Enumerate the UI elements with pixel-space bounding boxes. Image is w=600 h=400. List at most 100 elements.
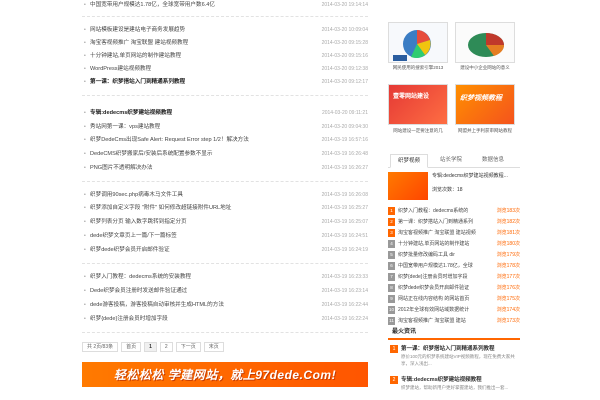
rank-title[interactable]: 第一课：织梦搭站入门到精通系列: [398, 217, 490, 228]
feature-views: 浏览次数：18: [432, 187, 463, 193]
article-title[interactable]: 第一课：织梦搭站入门到精通系列教程: [90, 77, 310, 88]
rank-title[interactable]: 2012年全球有效网站域数据统计: [398, 305, 490, 316]
article-title[interactable]: 织梦添加自定义字段 "附件" 如何修改超链接附件URL地址: [90, 203, 310, 214]
tab-video[interactable]: 织梦视频: [390, 154, 428, 168]
rank-views: 浏览183次: [496, 208, 520, 214]
ranking-list: 1 织梦入门教程：dedecms系统的 浏览183次 2 第一课：织梦搭站入门到…: [388, 206, 520, 326]
promo-banner[interactable]: 轻松松松 学建网站，就上97dede.Com!: [82, 362, 368, 387]
thumb-image[interactable]: 织梦视频教程: [455, 84, 515, 125]
rank-title[interactable]: 织梦入门教程：dedecms系统的: [398, 206, 490, 217]
article-title[interactable]: 织梦dede织梦会员开启邮件验证: [90, 245, 310, 256]
list-item[interactable]: 8 织梦dede织梦会员开启邮件验证 浏览176次: [388, 283, 520, 294]
list-item[interactable]: • dede游客投稿，游客投稿自动审核并生成HTML的方法 2014-03-19…: [82, 300, 368, 311]
list-item[interactable]: 9 网站正在线内容结构 的网站首页 浏览175次: [388, 294, 520, 305]
list-item[interactable]: • 织梦dede织梦会员开启邮件验证 2014-03-19 16:24:19: [82, 245, 368, 256]
list-item[interactable]: • 织梦调用90sec.php病毒木马文件工具 2014-03-19 16:26…: [82, 190, 368, 201]
last-page-button[interactable]: 末页: [203, 342, 224, 352]
hot-item[interactable]: 2 专辑:dedecms织梦建站视频教程 织梦建站，帮助新用户更好掌握建站，我们…: [388, 374, 520, 400]
article-title[interactable]: WordPress建站视频教程: [90, 64, 310, 75]
page-2-button[interactable]: 2: [159, 342, 173, 352]
list-item[interactable]: • Dede织梦会员注册时发送邮件验证通过 2014-03-19 16:23:1…: [82, 286, 368, 297]
article-title[interactable]: 织梦调用90sec.php病毒木马文件工具: [90, 190, 310, 201]
list-item[interactable]: • 织梦入门教程：dedecms系统的安装教程 2014-03-19 16:23…: [82, 272, 368, 283]
rank-title[interactable]: 织梦{dede}注册会员时增加字段: [398, 272, 490, 283]
tab-data[interactable]: 数据信息: [474, 154, 512, 168]
list-item[interactable]: 3 淘宝客视频推广 淘宝联盟 建站视频 浏览181次: [388, 228, 520, 239]
list-item[interactable]: • 网站模板建设是建站电子商务发展趋势 2014-03-20 10:09:04: [82, 25, 368, 36]
list-item[interactable]: • 淘宝客视频推广 淘宝联盟 建站视频教程 2014-03-20 09:15:2…: [82, 38, 368, 49]
feature-thumb[interactable]: [388, 172, 428, 200]
divider: [82, 263, 368, 264]
rank-title[interactable]: 织梦dede织梦会员开启邮件验证: [398, 283, 490, 294]
page-1-button[interactable]: 1: [144, 342, 157, 352]
article-title[interactable]: 淘宝客视频推广 淘宝联盟 建站视频教程: [90, 38, 310, 49]
article-title[interactable]: 织梦{dede}注册会员时增加字段: [90, 314, 310, 325]
list-item[interactable]: 2 第一课：织梦搭站入门到精通系列 浏览182次: [388, 217, 520, 228]
bullet-icon: •: [84, 110, 86, 116]
promo-image: [456, 85, 514, 124]
article-title[interactable]: 织梦DedeCms出现Safe Alert: Request Error ste…: [90, 135, 310, 146]
article-title[interactable]: 专辑:dedecms织梦建站视频教程: [90, 108, 310, 119]
thumb-image[interactable]: [455, 22, 515, 63]
next-page-button[interactable]: 下一页: [175, 342, 201, 352]
rank-title[interactable]: 淘宝客视频推广 淘宝联盟 建站视频: [398, 228, 490, 239]
article-title[interactable]: Dede织梦会员注册时发送邮件验证通过: [90, 286, 310, 297]
thumb-image[interactable]: [388, 22, 448, 63]
article-title[interactable]: 织梦列表分页 输入数字跳转到指定分页: [90, 217, 310, 228]
rank-title[interactable]: 网站正在线内容结构 的网站首页: [398, 294, 490, 305]
rank-views: 浏览182次: [496, 219, 520, 225]
thumb-badge: 壹零网站建设: [393, 94, 430, 100]
list-item[interactable]: • 中国宽带用户规模达1.78亿，全球宽带用户数6.4亿 2014-03-20 …: [82, 0, 368, 11]
list-item[interactable]: • 十分钟建站,单页网站的制作建站教程 2014-03-20 09:15:16: [82, 51, 368, 62]
bullet-icon: •: [84, 288, 86, 294]
article-title[interactable]: 网站模板建设是建站电子商务发展趋势: [90, 25, 310, 36]
list-item[interactable]: 1 织梦入门教程：dedecms系统的 浏览183次: [388, 206, 520, 217]
article-title[interactable]: 十分钟建站,单页网站的制作建站教程: [90, 51, 310, 62]
article-date: 2014-03-19 16:57:16: [321, 137, 368, 143]
list-item[interactable]: • dede织梦文章页上一篇/下一篇标签 2014-03-19 16:24:51: [82, 231, 368, 242]
pagination: 共 2页/83条 首页 1 2 下一页 末页: [82, 341, 224, 353]
hot-item[interactable]: 1 第一课：织梦搭站入门到精通系列教程 原价100元的织梦系统建站VIP视频教程…: [388, 343, 520, 371]
rank-title[interactable]: 十分钟建站,单页网站的制作建站: [398, 239, 490, 250]
article-title[interactable]: 秀站网第一课：vps建站教程: [90, 122, 310, 133]
list-item[interactable]: • WordPress建站视频教程 2014-03-20 09:12:38: [82, 64, 368, 75]
hot-title[interactable]: 专辑:dedecms织梦建站视频教程: [401, 375, 519, 383]
article-title[interactable]: dede织梦文章页上一篇/下一篇标签: [90, 231, 310, 242]
thumb-caption[interactable]: 网盟并上手利获审网站教程: [453, 128, 517, 134]
list-item[interactable]: • 织梦DedeCms出现Safe Alert: Request Error s…: [82, 135, 368, 146]
first-page-button[interactable]: 首页: [121, 342, 142, 352]
list-item[interactable]: 4 十分钟建站,单页网站的制作建站 浏览180次: [388, 239, 520, 250]
thumb-image[interactable]: 壹零网站建设: [388, 84, 448, 125]
feature-title[interactable]: 专辑:dedecms织梦建站视频教程...: [432, 173, 520, 180]
article-title[interactable]: PNG图片不透明解决办法: [90, 163, 310, 174]
thumb-caption[interactable]: 网民使用的搜索引擎2013: [386, 65, 450, 71]
rank-number: 4: [388, 240, 395, 248]
list-item[interactable]: 10 2012年全球有效网站域数据统计 浏览174次: [388, 305, 520, 316]
tab-academy[interactable]: 站长学院: [432, 154, 470, 168]
article-title[interactable]: 织梦入门教程：dedecms系统的安装教程: [90, 272, 310, 283]
divider: [82, 95, 368, 96]
list-item[interactable]: • DedeCMS织梦搬家后/安装后系统配置参数不显示 2014-03-19 1…: [82, 149, 368, 160]
list-item[interactable]: 6 中国宽带用户规模达1.78亿，全球 浏览178次: [388, 261, 520, 272]
bullet-icon: •: [84, 53, 86, 59]
list-item[interactable]: 5 织梦批量修改编码工具 dir 浏览179次: [388, 250, 520, 261]
hot-title[interactable]: 第一课：织梦搭站入门到精通系列教程: [401, 344, 519, 352]
article-date: 2014-03-19 16:25:27: [321, 205, 368, 211]
article-title[interactable]: DedeCMS织梦搬家后/安装后系统配置参数不显示: [90, 149, 310, 160]
list-item[interactable]: • 秀站网第一课：vps建站教程 2014-03-20 09:04:30: [82, 122, 368, 133]
list-item[interactable]: • 第一课：织梦搭站入门到精通系列教程 2014-03-20 09:12:17: [82, 77, 368, 88]
list-item[interactable]: • 织梦{dede}注册会员时增加字段 2014-03-19 16:22:24: [82, 314, 368, 325]
article-title[interactable]: 中国宽带用户规模达1.78亿，全球宽带用户数6.4亿: [90, 0, 310, 11]
pie-chart-icon: [456, 23, 514, 62]
thumb-caption[interactable]: 网站建设一定要注意的几: [386, 128, 450, 134]
list-item[interactable]: • 专辑:dedecms织梦建站视频教程 2014-03-20 09:11:21: [82, 108, 368, 119]
list-item[interactable]: 7 织梦{dede}注册会员时增加字段 浏览177次: [388, 272, 520, 283]
article-title[interactable]: dede游客投稿，游客投稿自动审核并生成HTML的方法: [90, 300, 310, 311]
article-date: 2014-03-19 16:26:08: [321, 192, 368, 198]
thumb-caption[interactable]: 建设中小企业网站的意义: [453, 65, 517, 71]
list-item[interactable]: • 织梦添加自定义字段 "附件" 如何修改超链接附件URL地址 2014-03-…: [82, 203, 368, 214]
rank-title[interactable]: 织梦批量修改编码工具 dir: [398, 250, 490, 261]
list-item[interactable]: • 织梦列表分页 输入数字跳转到指定分页 2014-03-19 16:25:07: [82, 217, 368, 228]
list-item[interactable]: • PNG图片不透明解决办法 2014-03-19 16:26:27: [82, 163, 368, 174]
rank-title[interactable]: 中国宽带用户规模达1.78亿，全球: [398, 261, 490, 272]
